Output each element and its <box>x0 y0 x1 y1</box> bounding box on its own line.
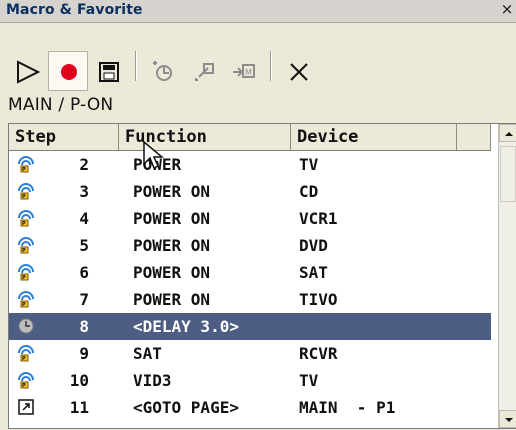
function-cell: POWER ON <box>133 263 211 282</box>
cross-icon <box>290 63 308 81</box>
table-row[interactable]: P 3 POWER ON CD <box>9 178 491 205</box>
record-button[interactable] <box>48 51 88 91</box>
device-cell: VCR1 <box>299 209 338 228</box>
table-row[interactable]: P 9 SAT RCVR <box>9 340 491 367</box>
function-cell: <GOTO PAGE> <box>133 398 239 417</box>
play-icon <box>17 60 41 84</box>
macro-favorite-window: Macro & Favorite × M MAIN / P-ON Step Fu… <box>0 0 516 430</box>
function-column-header[interactable]: Function <box>119 124 291 150</box>
svg-text:P: P <box>22 356 26 362</box>
function-cell: POWER ON <box>133 236 211 255</box>
svg-text:P: P <box>22 248 26 254</box>
close-icon[interactable]: × <box>500 1 514 17</box>
power-signal-icon: P <box>18 291 34 308</box>
power-signal-icon: P <box>18 264 34 281</box>
device-cell: SAT <box>299 263 328 282</box>
table-row-selected[interactable]: 8 <DELAY 3.0> <box>9 313 491 340</box>
arrow-down-icon <box>505 418 513 422</box>
power-signal-icon: P <box>18 183 34 200</box>
insert-macro-button[interactable]: M <box>222 51 262 91</box>
svg-text:P: P <box>22 275 26 281</box>
window-title: Macro & Favorite <box>6 2 143 18</box>
vertical-scrollbar[interactable] <box>498 124 516 428</box>
insert-macro-icon: M <box>233 64 255 78</box>
macro-step-table: Step Function Device P 2 POWER TV P 3 PO… <box>8 123 516 429</box>
device-cell: CD <box>299 182 319 201</box>
scrollbar-thumb[interactable] <box>500 146 516 202</box>
step-cell: 4 <box>79 209 89 228</box>
table-header: Step Function Device <box>9 124 491 151</box>
power-signal-icon: P <box>18 156 34 173</box>
add-step-icon <box>153 61 172 81</box>
svg-text:P: P <box>22 167 26 173</box>
empty-column-header <box>457 124 491 150</box>
link-icon <box>195 63 214 81</box>
current-page-label: MAIN / P-ON <box>8 95 114 115</box>
step-cell: 3 <box>79 182 89 201</box>
step-cell: 2 <box>79 155 89 174</box>
svg-text:P: P <box>22 221 26 227</box>
function-cell: POWER ON <box>133 209 211 228</box>
step-cell: 7 <box>79 290 89 309</box>
delete-button[interactable] <box>278 51 318 91</box>
power-signal-icon: P <box>18 345 34 362</box>
link-button[interactable] <box>182 51 222 91</box>
toolbar-separator <box>270 51 271 81</box>
save-button[interactable] <box>88 51 128 91</box>
power-signal-icon: P <box>18 372 34 389</box>
play-button[interactable] <box>8 51 48 91</box>
device-cell: TIVO <box>299 290 338 309</box>
step-cell: 9 <box>79 344 89 363</box>
step-cell: 5 <box>79 236 89 255</box>
title-bar[interactable]: Macro & Favorite × <box>0 0 516 23</box>
scroll-down-button[interactable] <box>499 410 516 428</box>
step-cell: 8 <box>79 317 89 336</box>
function-cell: SAT <box>133 344 162 363</box>
device-cell: DVD <box>299 236 328 255</box>
device-cell: MAIN - P1 <box>299 398 396 417</box>
add-step-button[interactable] <box>142 51 182 91</box>
toolbar: M <box>0 22 516 91</box>
record-icon <box>61 64 77 80</box>
power-signal-icon: P <box>18 210 34 227</box>
table-row[interactable]: P 4 POWER ON VCR1 <box>9 205 491 232</box>
svg-text:P: P <box>22 383 26 389</box>
function-cell: VID3 <box>133 371 172 390</box>
goto-page-icon <box>18 399 34 415</box>
svg-text:P: P <box>22 302 26 308</box>
function-cell: <DELAY 3.0> <box>133 317 239 336</box>
device-column-header[interactable]: Device <box>291 124 457 150</box>
table-row[interactable]: P 5 POWER ON DVD <box>9 232 491 259</box>
table-row[interactable]: P 2 POWER TV <box>9 151 491 178</box>
arrow-up-icon <box>505 132 513 136</box>
step-cell: 10 <box>69 371 89 390</box>
table-row[interactable]: P 6 POWER ON SAT <box>9 259 491 286</box>
device-cell: TV <box>299 371 319 390</box>
function-cell: POWER <box>133 155 182 174</box>
step-cell: 6 <box>79 263 89 282</box>
floppy-disk-icon <box>99 62 119 82</box>
svg-text:P: P <box>22 194 26 200</box>
device-cell: TV <box>299 155 319 174</box>
power-signal-icon: P <box>18 237 34 254</box>
function-cell: POWER ON <box>133 290 211 309</box>
delay-clock-icon <box>18 318 34 334</box>
svg-text:M: M <box>245 68 252 77</box>
step-cell: 11 <box>69 398 89 417</box>
table-body: P 2 POWER TV P 3 POWER ON CD P 4 POWER O… <box>9 151 491 428</box>
table-row[interactable]: P 10 VID3 TV <box>9 367 491 394</box>
scroll-up-button[interactable] <box>499 124 516 142</box>
toolbar-separator <box>135 51 136 81</box>
function-cell: POWER ON <box>133 182 211 201</box>
step-column-header[interactable]: Step <box>9 124 119 150</box>
device-cell <box>299 313 449 340</box>
table-row[interactable]: P 7 POWER ON TIVO <box>9 286 491 313</box>
table-row[interactable]: 11 <GOTO PAGE> MAIN - P1 <box>9 394 491 421</box>
device-cell: RCVR <box>299 344 338 363</box>
